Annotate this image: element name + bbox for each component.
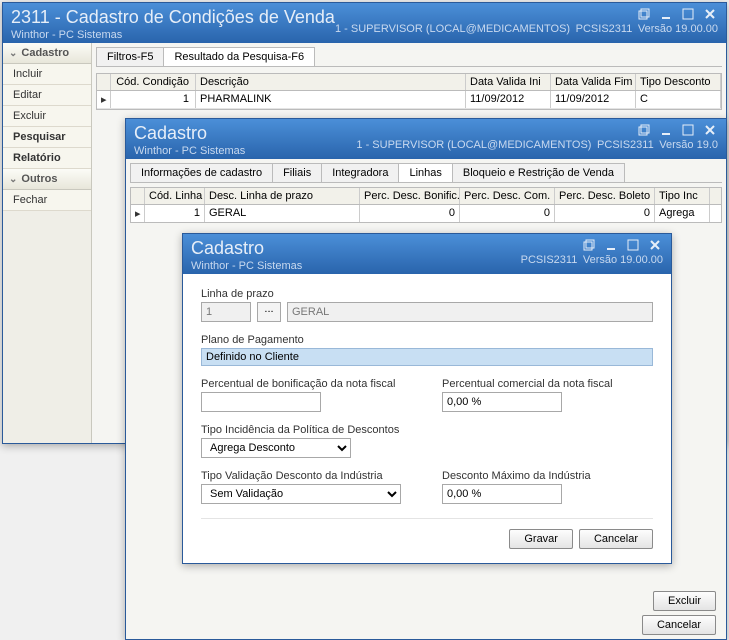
sidebar-item-relatorio[interactable]: Relatório (3, 148, 91, 169)
label-desconto-maximo: Desconto Máximo da Indústria (442, 470, 653, 482)
sidebar-item-excluir[interactable]: Excluir (3, 106, 91, 127)
plano-pagamento-value[interactable]: Definido no Cliente (201, 348, 653, 366)
row-indicator-icon: ▸ (131, 205, 145, 222)
window-title: Cadastro (191, 238, 302, 259)
close-icon[interactable] (702, 7, 718, 21)
label-linha-prazo: Linha de prazo (201, 288, 653, 300)
perc-bonificacao-input[interactable] (201, 392, 321, 412)
window-subtitle: Winthor - PC Sistemas (11, 29, 335, 41)
sidebar-item-incluir[interactable]: Incluir (3, 64, 91, 85)
sidebar-item-editar[interactable]: Editar (3, 85, 91, 106)
chevron-down-icon: ⌄ (9, 48, 17, 59)
table-row[interactable]: ▸ 1 GERAL 0 0 0 Agrega (130, 205, 722, 223)
tab-filtros[interactable]: Filtros-F5 (96, 47, 164, 66)
table-row[interactable]: ▸ 1 PHARMALINK 11/09/2012 11/09/2012 C (97, 91, 721, 109)
restore-icon[interactable] (636, 7, 652, 21)
close-icon[interactable] (702, 123, 718, 137)
col-data-ini[interactable]: Data Valida Ini (466, 74, 551, 90)
minimize-icon[interactable] (603, 238, 619, 252)
window-subtitle: Winthor - PC Sistemas (191, 260, 302, 272)
desconto-maximo-input[interactable] (442, 484, 562, 504)
tipo-validacao-select[interactable]: Sem Validação (201, 484, 401, 504)
cadastro-dialog: Cadastro Winthor - PC Sistemas PCSIS2311… (182, 233, 672, 564)
col-cod-linha[interactable]: Cód. Linha (145, 188, 205, 204)
col-tipo-desconto[interactable]: Tipo Desconto (636, 74, 721, 90)
label-perc-comercial: Percentual comercial da nota fiscal (442, 378, 653, 390)
tab-linhas[interactable]: Linhas (398, 163, 452, 182)
col-cod-condicao[interactable]: Cód. Condição (111, 74, 196, 90)
titlebar: 2311 - Cadastro de Condições de Venda Wi… (3, 3, 726, 43)
sidebar: ⌄Cadastro Incluir Editar Excluir Pesquis… (3, 43, 92, 443)
sidebar-head-cadastro[interactable]: ⌄Cadastro (3, 43, 91, 64)
perc-comercial-input[interactable] (442, 392, 562, 412)
tab-bloqueio[interactable]: Bloqueio e Restrição de Venda (452, 163, 625, 182)
window-title: Cadastro (134, 123, 245, 144)
tab-filiais[interactable]: Filiais (272, 163, 322, 182)
tab-info-cadastro[interactable]: Informações de cadastro (130, 163, 273, 182)
label-tipo-validacao: Tipo Validação Desconto da Indústria (201, 470, 412, 482)
row-indicator-icon: ▸ (97, 91, 111, 108)
lookup-button[interactable]: ... (257, 302, 281, 322)
maximize-icon[interactable] (625, 238, 641, 252)
linha-cod-input (201, 302, 251, 322)
sidebar-item-pesquisar[interactable]: Pesquisar (3, 127, 91, 148)
tab-resultado[interactable]: Resultado da Pesquisa-F6 (163, 47, 315, 66)
col-perc-boleto[interactable]: Perc. Desc. Boleto (555, 188, 655, 204)
gravar-button[interactable]: Gravar (509, 529, 573, 549)
cancelar-button[interactable]: Cancelar (642, 615, 716, 635)
sidebar-item-fechar[interactable]: Fechar (3, 190, 91, 211)
label-plano-pagamento: Plano de Pagamento (201, 334, 653, 346)
col-tipo-inc[interactable]: Tipo Inc (655, 188, 710, 204)
col-data-fim[interactable]: Data Valida Fim (551, 74, 636, 90)
sidebar-head-outros[interactable]: ⌄Outros (3, 169, 91, 190)
col-descricao[interactable]: Descrição (196, 74, 466, 90)
maximize-icon[interactable] (680, 7, 696, 21)
excluir-button[interactable]: Excluir (653, 591, 716, 611)
close-icon[interactable] (647, 238, 663, 252)
tipo-incidencia-select[interactable]: Agrega Desconto (201, 438, 351, 458)
col-desc-linha[interactable]: Desc. Linha de prazo (205, 188, 360, 204)
chevron-down-icon: ⌄ (9, 174, 17, 185)
tab-integradora[interactable]: Integradora (321, 163, 399, 182)
maximize-icon[interactable] (680, 123, 696, 137)
results-grid: Cód. Condição Descrição Data Valida Ini … (96, 73, 722, 110)
label-perc-bonificacao: Percentual de bonificação da nota fiscal (201, 378, 412, 390)
cancelar-button[interactable]: Cancelar (579, 529, 653, 549)
restore-icon[interactable] (636, 123, 652, 137)
minimize-icon[interactable] (658, 7, 674, 21)
titlebar: Cadastro Winthor - PC Sistemas 1 - SUPER… (126, 119, 726, 159)
restore-icon[interactable] (581, 238, 597, 252)
col-perc-bonific[interactable]: Perc. Desc. Bonific. (360, 188, 460, 204)
window-title: 2311 - Cadastro de Condições de Venda (11, 7, 335, 28)
titlebar: Cadastro Winthor - PC Sistemas PCSIS2311… (183, 234, 671, 274)
minimize-icon[interactable] (658, 123, 674, 137)
linha-desc-input (287, 302, 653, 322)
col-perc-com[interactable]: Perc. Desc. Com. (460, 188, 555, 204)
window-subtitle: Winthor - PC Sistemas (134, 145, 245, 157)
label-tipo-incidencia: Tipo Incidência da Política de Descontos (201, 424, 653, 436)
